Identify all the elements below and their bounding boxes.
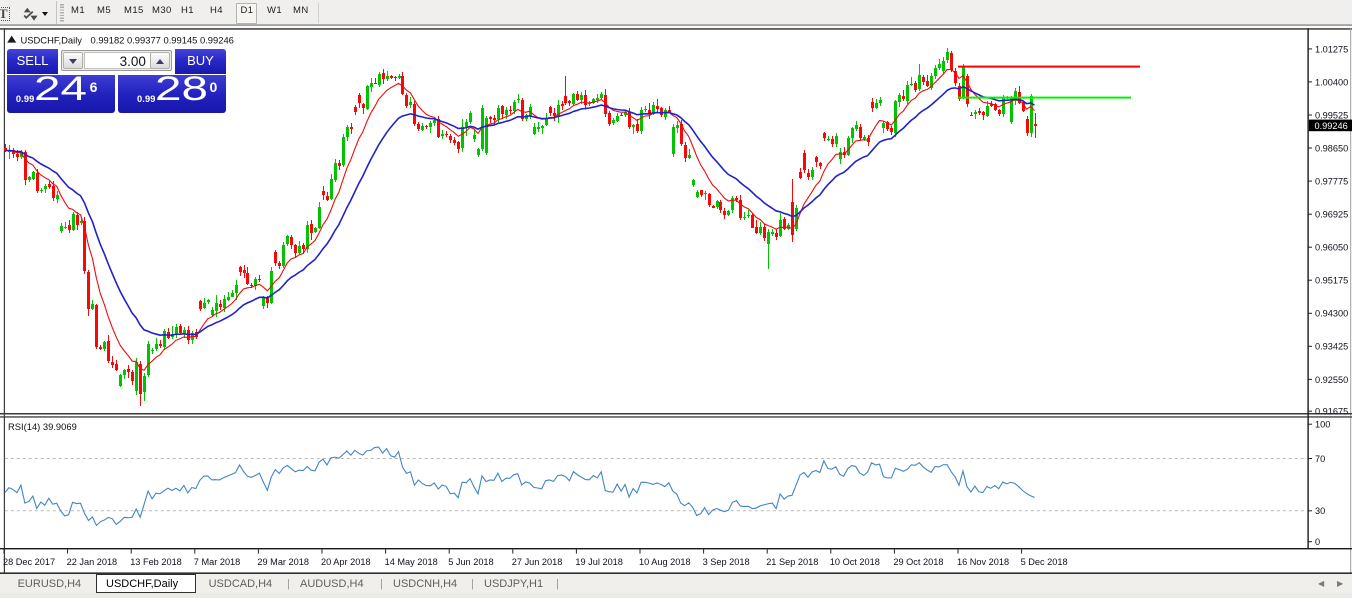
svg-text:0.99182 0.99377 0.99145 0.9924: 0.99182 0.99377 0.99145 0.99246 [91, 35, 234, 46]
svg-text:28 Dec 2017: 28 Dec 2017 [3, 557, 55, 567]
svg-text:0.94300: 0.94300 [1315, 309, 1348, 319]
svg-text:0.91675: 0.91675 [1315, 407, 1348, 417]
svg-text:5 Dec 2018: 5 Dec 2018 [1021, 557, 1068, 567]
svg-text:5 Jun 2018: 5 Jun 2018 [448, 557, 493, 567]
svg-text:100: 100 [1315, 420, 1330, 430]
svg-text:0.96925: 0.96925 [1315, 210, 1348, 220]
svg-text:10 Oct 2018: 10 Oct 2018 [830, 557, 880, 567]
svg-text:27 Jun 2018: 27 Jun 2018 [512, 557, 563, 567]
svg-text:29 Oct 2018: 29 Oct 2018 [893, 557, 943, 567]
svg-text:0.95175: 0.95175 [1315, 276, 1348, 286]
svg-text:10 Aug 2018: 10 Aug 2018 [639, 557, 691, 567]
svg-text:1.00400: 1.00400 [1315, 77, 1348, 87]
svg-text:30: 30 [1315, 506, 1325, 516]
svg-text:0.98650: 0.98650 [1315, 143, 1348, 153]
svg-text:21 Sep 2018: 21 Sep 2018 [766, 557, 818, 567]
svg-text:29 Mar 2018: 29 Mar 2018 [257, 557, 309, 567]
svg-text:0: 0 [1315, 537, 1320, 547]
svg-text:RSI(14) 39.9069: RSI(14) 39.9069 [8, 421, 77, 432]
svg-text:22 Jan 2018: 22 Jan 2018 [67, 557, 118, 567]
svg-text:0.96050: 0.96050 [1315, 243, 1348, 253]
svg-text:0.93425: 0.93425 [1315, 342, 1348, 352]
svg-text:USDCHF,Daily: USDCHF,Daily [21, 35, 83, 46]
svg-text:13 Feb 2018: 13 Feb 2018 [130, 557, 182, 567]
svg-text:19 Jul 2018: 19 Jul 2018 [575, 557, 623, 567]
svg-text:0.92550: 0.92550 [1315, 375, 1348, 385]
svg-text:0.97775: 0.97775 [1315, 177, 1348, 187]
svg-text:0.99525: 0.99525 [1315, 110, 1348, 120]
svg-text:16 Nov 2018: 16 Nov 2018 [957, 557, 1009, 567]
svg-text:7 Mar 2018: 7 Mar 2018 [194, 557, 240, 567]
svg-text:3 Sep 2018: 3 Sep 2018 [703, 557, 750, 567]
svg-text:1.01275: 1.01275 [1315, 44, 1348, 54]
svg-text:20 Apr 2018: 20 Apr 2018 [321, 557, 371, 567]
svg-text:14 May 2018: 14 May 2018 [385, 557, 438, 567]
svg-text:70: 70 [1315, 454, 1325, 464]
svg-text:0.99246: 0.99246 [1315, 121, 1348, 131]
